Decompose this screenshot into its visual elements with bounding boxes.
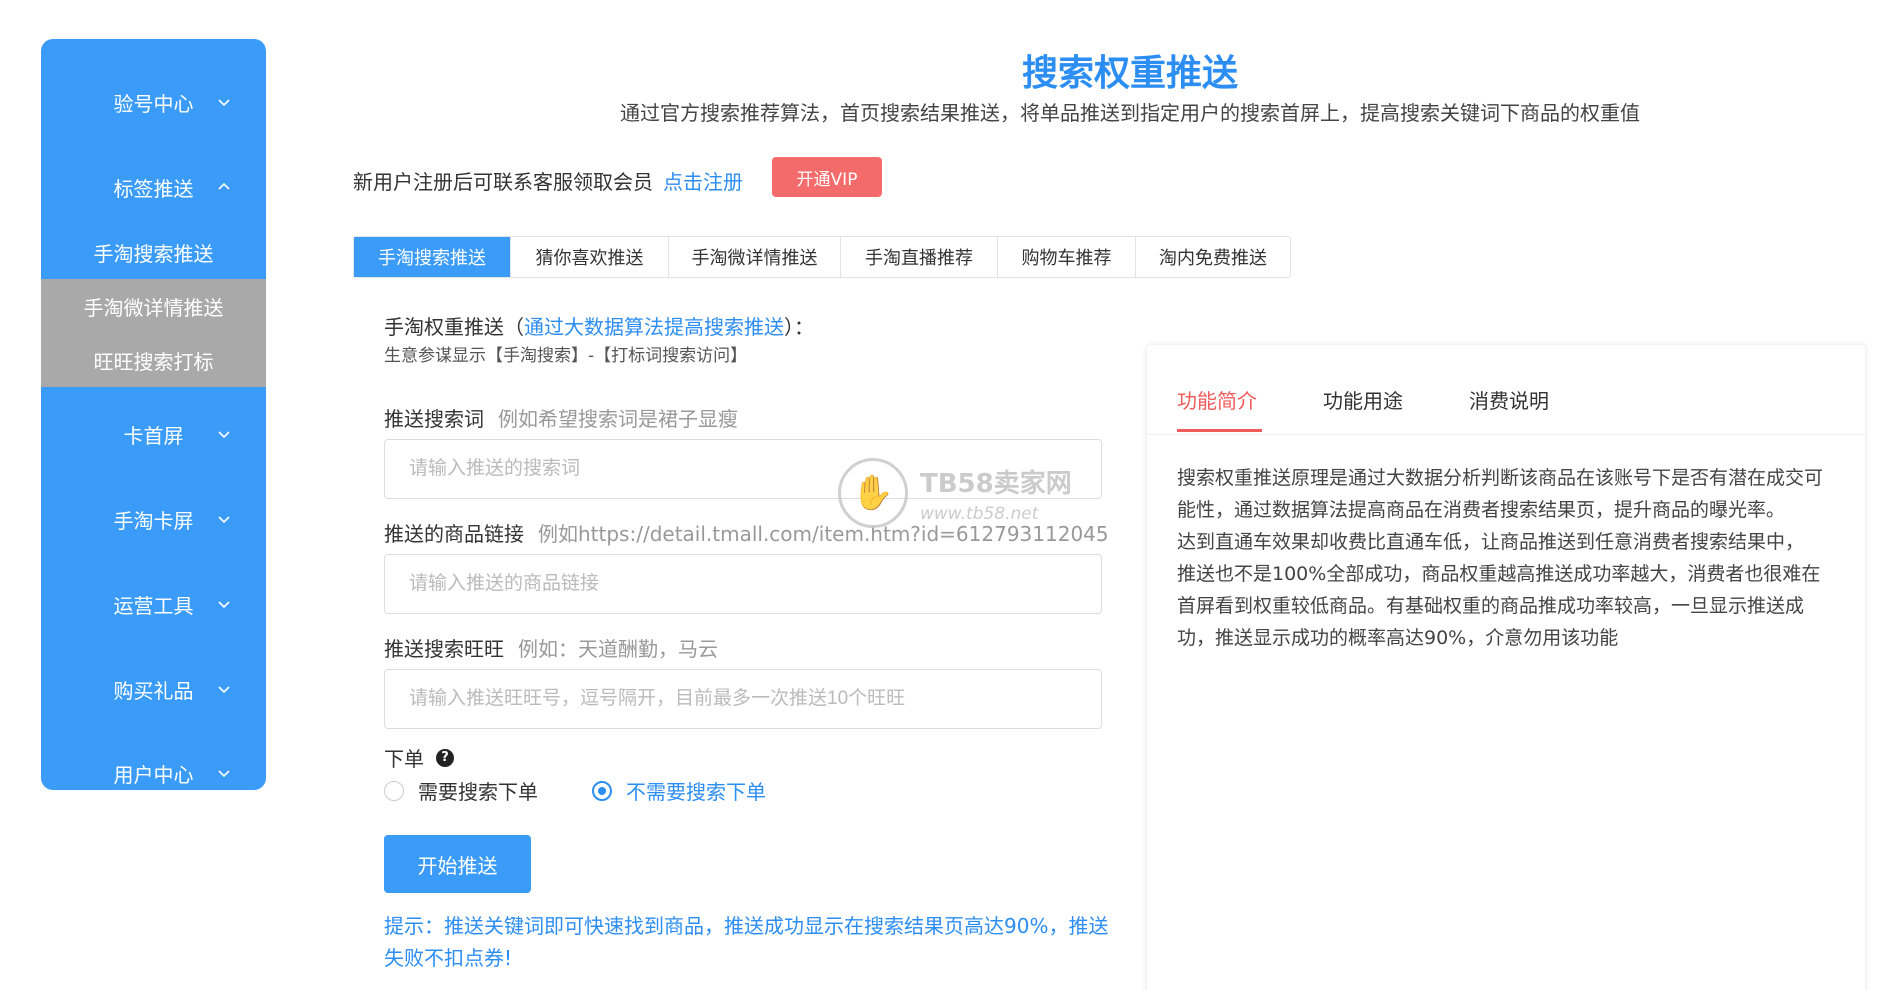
sidebar-item-label: 标签推送 (113, 176, 194, 201)
section-title-suffix: ）： (784, 315, 814, 339)
sidebar-subitem-search-push[interactable]: 手淘搜索推送 (41, 225, 266, 279)
sidebar-subitem-wangwang-tag[interactable]: 旺旺搜索打标 (41, 333, 266, 387)
watermark-text: TB58卖家网 www.tb58.net (920, 463, 1072, 524)
sidebar-item-buy-gifts[interactable]: 购买礼品 (41, 669, 266, 709)
wangwang-example: 例如：天道酬勤，马云 (518, 637, 718, 661)
info-panel-content: 搜索权重推送原理是通过大数据分析判断该商品在该账号下是否有潜在成交可能性，通过数… (1177, 462, 1837, 654)
sidebar-item-account-check[interactable]: 验号中心 (41, 82, 266, 122)
sidebar-subitem-label: 旺旺搜索打标 (93, 349, 214, 374)
radio-circle-icon (384, 780, 404, 801)
sidebar-item-label: 运营工具 (113, 593, 194, 618)
sidebar-item-taobao-card-screen[interactable]: 手淘卡屏 (41, 499, 266, 539)
sidebar-item-user-center[interactable]: 用户中心 (41, 753, 266, 790)
keyword-label-row: 推送搜索词 例如希望搜索词是裙子显瘦 (384, 403, 738, 432)
watermark: ✋ TB58卖家网 www.tb58.net (838, 458, 1072, 528)
chevron-down-icon (218, 686, 230, 694)
tab-live-recommend[interactable]: 手淘直播推荐 (841, 237, 998, 277)
promo-bar: 新用户注册后可联系客服领取会员 点击注册 (353, 166, 743, 195)
tab-guess-you-like-push[interactable]: 猜你喜欢推送 (511, 237, 669, 277)
sidebar-item-label: 验号中心 (113, 91, 194, 116)
chevron-down-icon (218, 516, 230, 524)
page-title: 搜索权重推送 (1021, 53, 1238, 94)
wangwang-label-row: 推送搜索旺旺 例如：天道酬勤，马云 (384, 633, 718, 662)
sidebar-item-label: 用户中心 (113, 762, 194, 787)
tab-micro-detail-push[interactable]: 手淘微详情推送 (669, 237, 841, 277)
watermark-brand: TB58卖家网 (920, 468, 1072, 499)
sidebar-item-tag-push[interactable]: 标签推送 (41, 167, 266, 207)
product-link-input[interactable] (384, 554, 1102, 614)
start-push-button[interactable]: 开始推送 (384, 835, 531, 893)
order-label-row: 下单 ? (384, 743, 454, 772)
radio-need-search-order[interactable]: 需要搜索下单 (384, 776, 538, 805)
radio-checked-icon (592, 780, 612, 801)
hand-logo-icon: ✋ (838, 458, 908, 528)
info-paragraph: 推送也不是100%全部成功，商品权重越高推送成功率越大，消费者也很难在首屏看到权… (1177, 563, 1821, 649)
info-paragraph: 达到直通车效果却收费比直通车低，让商品推送到任意消费者搜索结果中， (1177, 531, 1805, 553)
tab-feature-usage[interactable]: 功能用途 (1323, 385, 1403, 414)
active-tab-indicator (1177, 429, 1262, 432)
open-vip-button[interactable]: 开通VIP (772, 157, 882, 197)
link-label: 推送的商品链接 (384, 522, 524, 546)
sidebar-subitem-micro-detail-push[interactable]: 手淘微详情推送 (41, 279, 266, 333)
tab-taobao-search-push[interactable]: 手淘搜索推送 (354, 237, 511, 277)
section-title: 手淘权重推送（通过大数据算法提高搜索推送）： (384, 311, 814, 340)
chevron-down-icon (218, 99, 230, 107)
help-icon[interactable]: ? (436, 748, 454, 767)
register-link[interactable]: 点击注册 (663, 166, 743, 195)
tip-text: 提示：推送关键词即可快速找到商品，推送成功显示在搜索结果页高达90%，推送失败不… (384, 914, 1109, 970)
wangwang-label: 推送搜索旺旺 (384, 637, 504, 661)
promo-text: 新用户注册后可联系客服领取会员 (353, 170, 653, 194)
sidebar-item-label: 购买礼品 (113, 678, 194, 703)
keyword-example: 例如希望搜索词是裙子显瘦 (498, 407, 738, 431)
radio-label: 需要搜索下单 (418, 780, 538, 804)
keyword-label: 推送搜索词 (384, 407, 484, 431)
info-paragraph: 搜索权重推送原理是通过大数据分析判断该商品在该账号下是否有潜在成交可能性，通过数… (1177, 467, 1824, 521)
info-panel-tabs: 功能简介 功能用途 消费说明 (1147, 345, 1865, 435)
sidebar-subitem-label: 手淘微详情推送 (83, 295, 224, 320)
tab-cart-recommend[interactable]: 购物车推荐 (998, 237, 1136, 277)
sidebar: 验号中心 标签推送 手淘搜索推送 手淘微详情推送 旺旺搜索打标 卡首屏 手淘卡屏… (41, 39, 266, 790)
sidebar-item-label: 手淘卡屏 (113, 508, 194, 533)
push-type-tabs: 手淘搜索推送 猜你喜欢推送 手淘微详情推送 手淘直播推荐 购物车推荐 淘内免费推… (353, 236, 1291, 278)
section-title-link[interactable]: 通过大数据算法提高搜索推送 (524, 315, 784, 339)
radio-no-search-order[interactable]: 不需要搜索下单 (592, 776, 766, 805)
sidebar-item-label: 卡首屏 (123, 423, 184, 448)
chevron-down-icon (218, 601, 230, 609)
tab-feature-intro[interactable]: 功能简介 (1177, 385, 1257, 414)
radio-label: 不需要搜索下单 (626, 780, 766, 804)
info-panel: 功能简介 功能用途 消费说明 搜索权重推送原理是通过大数据分析判断该商品在该账号… (1147, 345, 1865, 990)
wangwang-input[interactable] (384, 669, 1102, 729)
section-note: 生意参谋显示【手淘搜索】-【打标词搜索访问】 (384, 346, 748, 366)
order-label: 下单 (384, 747, 424, 771)
chevron-up-icon (218, 182, 230, 190)
page-subtitle: 通过官方搜索推荐算法，首页搜索结果推送，将单品推送到指定用户的搜索首屏上，提高搜… (620, 101, 1640, 125)
tab-free-push[interactable]: 淘内免费推送 (1136, 237, 1290, 277)
section-title-prefix: 手淘权重推送（ (384, 315, 524, 339)
chevron-down-icon (218, 431, 230, 439)
sidebar-item-operation-tools[interactable]: 运营工具 (41, 584, 266, 624)
watermark-site: www.tb58.net (920, 503, 1039, 524)
sidebar-subitem-label: 手淘搜索推送 (93, 241, 214, 266)
sidebar-item-card-first-screen[interactable]: 卡首屏 (41, 414, 266, 454)
tab-consumption-notes[interactable]: 消费说明 (1469, 385, 1549, 414)
chevron-down-icon (218, 770, 230, 778)
